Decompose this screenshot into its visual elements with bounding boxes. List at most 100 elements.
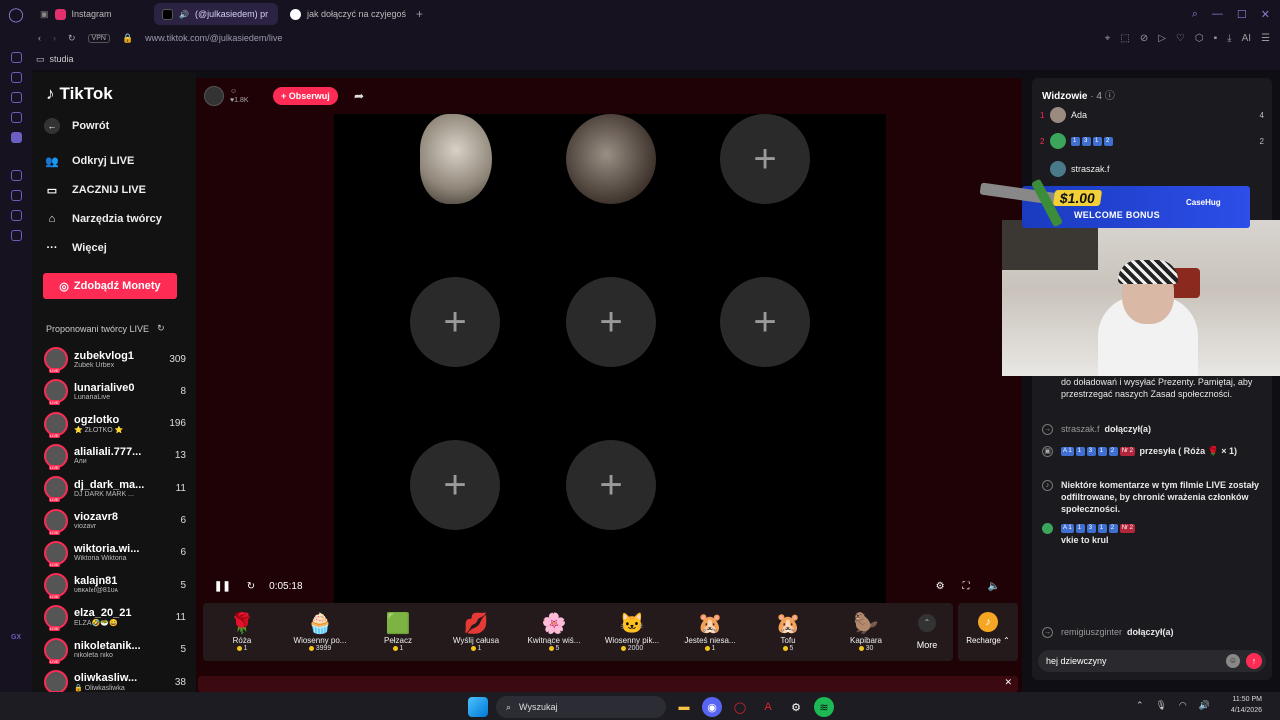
sidebar-icon[interactable] — [10, 92, 22, 103]
get-coins-button[interactable]: ◎ Zdobądź Monety — [43, 273, 177, 299]
share-icon[interactable]: ➦ — [354, 89, 364, 103]
extensions-icon[interactable]: ⬡ — [1195, 33, 1204, 44]
tab-tiktok[interactable]: 🔊 (@julkasiedem) pr — [154, 3, 278, 25]
sidebar-icon[interactable] — [10, 210, 22, 221]
viewer-row[interactable]: 1 Ada 4 — [1040, 107, 1264, 123]
maximize-icon[interactable]: ☐ — [1237, 8, 1247, 21]
chat-input[interactable]: hej dziewczyny ☺ ↑ — [1038, 650, 1266, 672]
taskbar-search[interactable]: ⌕ Wyszukaj — [496, 696, 666, 718]
creator-row[interactable]: LIVE nikoletanik... nikoleta niko 5 — [44, 636, 186, 664]
wifi-icon[interactable]: ◠ — [1179, 700, 1187, 711]
pin-icon[interactable]: ⌖ — [1105, 33, 1111, 44]
add-guest-slot[interactable]: + — [720, 277, 810, 367]
send-button[interactable]: ↑ — [1246, 653, 1262, 669]
creator-row[interactable]: LIVE dj_dark_ma... DJ DARK MARK ... 11 — [44, 474, 186, 503]
creator-row[interactable]: LIVE lunarialive0 LunariaLive 8 — [44, 377, 186, 406]
reload-icon[interactable]: ↻ — [68, 33, 76, 44]
chevron-up-icon[interactable]: ⌃ — [1136, 700, 1144, 711]
tab-instagram[interactable]: ▣ Instagram — [32, 3, 150, 25]
fullscreen-icon[interactable]: ⛶ — [963, 581, 970, 592]
chat-input-value[interactable]: hej dziewczyny — [1046, 656, 1107, 666]
spotify-icon[interactable]: ≋ — [814, 697, 834, 717]
settings-icon[interactable]: ⚙ — [936, 581, 945, 592]
file-explorer-icon[interactable]: ▬ — [674, 697, 694, 717]
guest-slot-avatar[interactable]: + — [566, 114, 656, 204]
ai-button[interactable]: AI — [1242, 33, 1251, 44]
minimize-icon[interactable]: — — [1212, 8, 1223, 21]
creator-row[interactable]: LIVE kalajn81 ᴜʙᴋᴀℓ𝖊ℓ@81ᴜᴀ 5 — [44, 571, 186, 600]
app-icon[interactable]: A — [758, 697, 778, 717]
emoji-icon[interactable]: ☺ — [1226, 654, 1240, 668]
close-icon[interactable]: ✕ — [1261, 8, 1270, 21]
download-icon[interactable]: ⤓ — [1227, 33, 1231, 44]
creator-row[interactable]: LIVE wiktoria.wi... Wiktoria Wiktoria 6 — [44, 539, 186, 567]
profile-icon[interactable]: ▪ — [1214, 33, 1218, 44]
ad-banner[interactable]: $1.00 WELCOME BONUS CaseHug — [979, 178, 1252, 228]
play-icon[interactable]: ▷ — [1158, 33, 1166, 44]
sidebar-icon[interactable] — [10, 112, 22, 123]
discord-icon[interactable]: ◉ — [702, 697, 722, 717]
creator-row[interactable]: LIVE zubekvlog1 Zubek Urbex 309 — [44, 345, 186, 373]
block-icon[interactable]: ⊘ — [1140, 33, 1148, 44]
volume-icon[interactable]: 🔊 — [1199, 700, 1210, 711]
forward-icon[interactable]: › — [53, 33, 56, 43]
viewer-row[interactable]: straszak.f — [1040, 161, 1264, 177]
refresh-icon[interactable]: ↻ — [247, 581, 255, 592]
host-avatar[interactable] — [204, 86, 224, 106]
history-icon[interactable] — [10, 190, 22, 201]
nav-discover-live[interactable]: 👥 Odkryj LIVE — [44, 154, 134, 168]
gift-item[interactable]: 🌹 Róża 1 — [203, 612, 281, 652]
guest-slot-avatar[interactable]: + — [420, 114, 492, 204]
nav-back[interactable]: ← Powrót — [44, 118, 109, 134]
opera-icon[interactable]: ◯ — [730, 697, 750, 717]
settings-icon[interactable] — [10, 230, 22, 241]
refresh-icon[interactable]: ↻ — [157, 323, 165, 334]
twitch-icon[interactable] — [10, 132, 22, 143]
nav-start-live[interactable]: ▭ ZACZNIJ LIVE — [44, 183, 146, 197]
close-icon[interactable]: ✕ — [1004, 677, 1012, 688]
gift-item[interactable]: 💋 Wyślij całusa 1 — [437, 612, 515, 652]
opera-logo-icon[interactable]: ◯ — [0, 0, 32, 28]
creator-row[interactable]: LIVE alialiali.777... Али 13 — [44, 442, 186, 470]
add-guest-slot[interactable]: + — [566, 440, 656, 530]
creator-row[interactable]: LIVE elza_20_21 ELZA🤣🥗😄 11 — [44, 603, 186, 632]
vpn-badge[interactable]: VPN — [87, 33, 110, 43]
creator-row[interactable]: LIVE viozavr8 viozavr 6 — [44, 507, 186, 535]
username[interactable]: straszak.f — [1061, 424, 1100, 434]
follow-button[interactable]: + Obserwuj — [273, 87, 338, 105]
username[interactable]: remigiuszginter — [1061, 627, 1122, 637]
microphone-icon[interactable]: 🎙 — [1155, 700, 1166, 711]
search-icon[interactable]: ⌕ — [1192, 8, 1198, 21]
sidebar-icon[interactable] — [10, 52, 22, 63]
bookmark-folder[interactable]: studia — [50, 54, 74, 64]
recharge-button[interactable]: ♪ Recharge ⌃ — [958, 603, 1018, 661]
clock[interactable]: 11:50 PM 4/14/2026 — [1231, 694, 1262, 716]
volume-icon[interactable]: 🔈 — [988, 581, 1000, 592]
url-field[interactable]: www.tiktok.com/@julkasiedem/live — [145, 33, 282, 43]
gift-item[interactable]: 🐱 Wiosenny pik... 2000 — [593, 612, 671, 652]
tiktok-logo[interactable]: ♪ TikTok — [46, 84, 113, 104]
add-guest-slot[interactable]: + — [566, 277, 656, 367]
help-icon[interactable]: ⓘ — [1105, 91, 1115, 102]
tab-google[interactable]: jak dołączyć na czyjegoś — [282, 3, 406, 25]
sidebar-icon[interactable] — [10, 170, 22, 181]
gift-item[interactable]: 🌸 Kwitnące wiś... 5 — [515, 612, 593, 652]
gift-item[interactable]: 🦫 Kapibara 30 — [827, 612, 905, 652]
nav-creator-tools[interactable]: ⌂ Narzędzia twórcy — [44, 212, 162, 226]
heart-icon[interactable]: ♡ — [1176, 33, 1185, 44]
gift-item[interactable]: 🐹 Tofu 5 — [749, 612, 827, 652]
snapshot-icon[interactable]: ⬚ — [1120, 33, 1129, 44]
sidebar-icon[interactable] — [10, 72, 22, 83]
gift-item[interactable]: 🧁 Wiosenny po... 3999 — [281, 612, 359, 652]
add-guest-slot[interactable]: + — [720, 114, 810, 204]
gift-item[interactable]: 🟩 Pełzacz 1 — [359, 612, 437, 652]
steam-icon[interactable]: ⚙ — [786, 697, 806, 717]
menu-icon[interactable]: ☰ — [1261, 33, 1270, 44]
new-tab-button[interactable]: + — [410, 7, 429, 21]
back-icon[interactable]: ‹ — [38, 33, 41, 43]
viewer-row[interactable]: 2 1 3 1 2 2 — [1040, 133, 1264, 149]
add-guest-slot[interactable]: + — [410, 440, 500, 530]
start-icon[interactable] — [468, 697, 488, 717]
nav-more[interactable]: ··· Więcej — [44, 241, 107, 255]
gift-item[interactable]: 🐹 Jesteś niesa... 1 — [671, 612, 749, 652]
